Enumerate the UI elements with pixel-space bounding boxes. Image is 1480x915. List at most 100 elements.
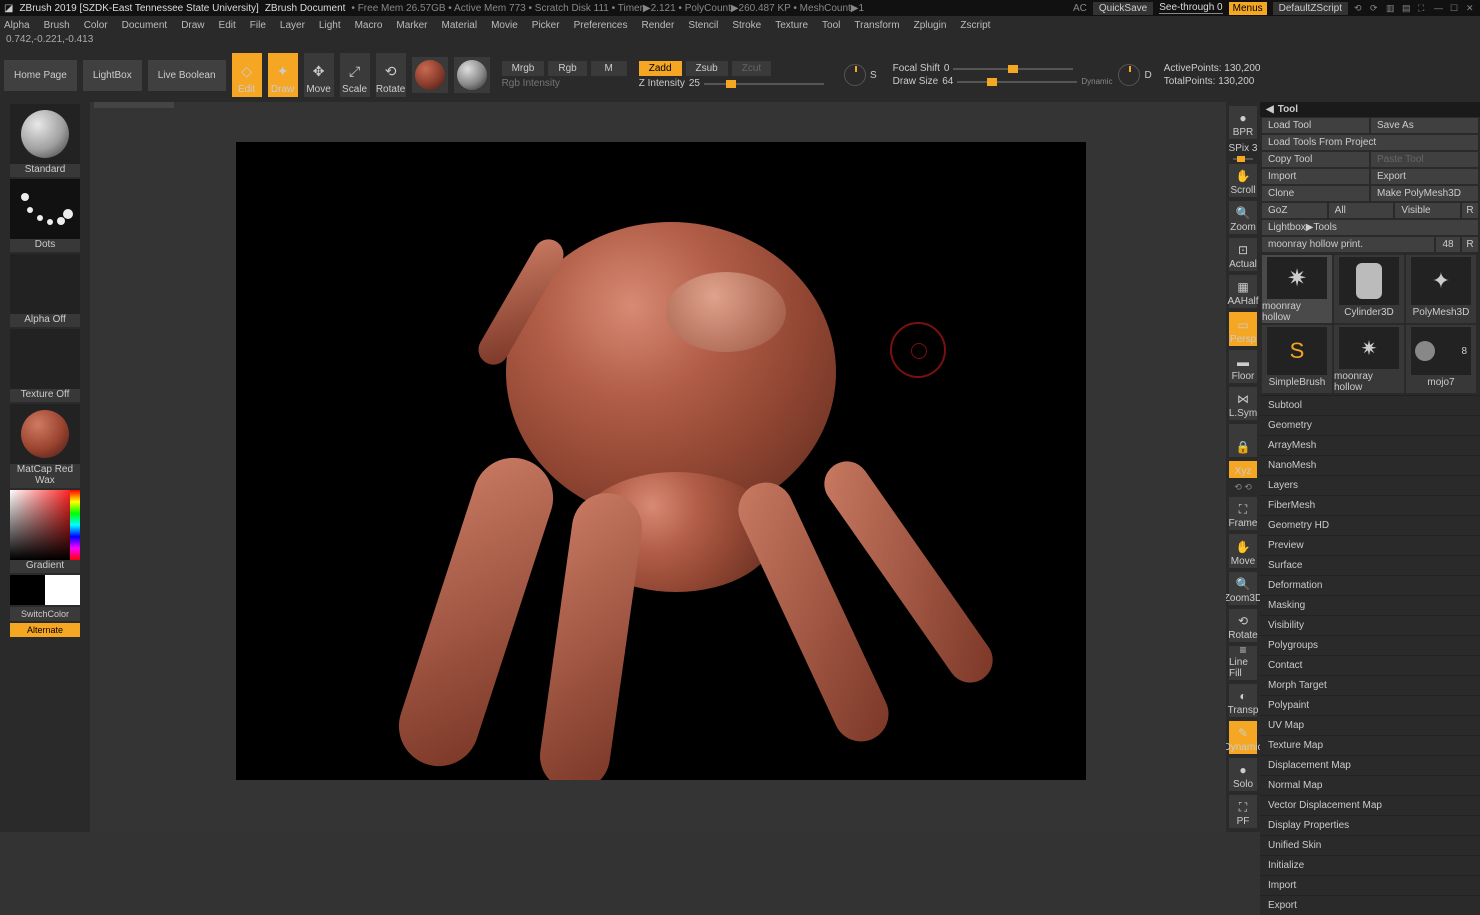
color-picker[interactable]: Gradient (10, 490, 80, 573)
load-project-button[interactable]: Load Tools From Project (1262, 135, 1478, 150)
accordion-initialize[interactable]: Initialize (1260, 855, 1480, 875)
columns-icon[interactable]: ▥ (1386, 3, 1396, 13)
pf-button[interactable]: ⛶PF (1229, 795, 1257, 828)
import-button[interactable]: Import (1262, 169, 1369, 184)
color-picker-square[interactable] (10, 490, 80, 560)
lightbox-tools-button[interactable]: Lightbox▶Tools (1262, 220, 1478, 235)
home-page-button[interactable]: Home Page (4, 60, 77, 91)
paste-tool-button[interactable]: Paste Tool (1371, 152, 1478, 167)
rotate3d-button[interactable]: ⟲Rotate (1229, 609, 1257, 642)
live-boolean-button[interactable]: Live Boolean (148, 60, 226, 91)
material-selector[interactable]: MatCap Red Wax (10, 404, 80, 488)
rgb-button[interactable]: Rgb (548, 61, 586, 76)
divider-scroll[interactable] (94, 102, 174, 108)
switch-color-button[interactable]: SwitchColor (10, 607, 80, 621)
xyz-button[interactable]: Xyz (1229, 461, 1257, 479)
quicksave-button[interactable]: QuickSave (1093, 2, 1153, 15)
maximize-icon[interactable]: ☐ (1450, 3, 1460, 13)
spix-slider[interactable]: SPix 3 (1229, 143, 1258, 154)
solo-button[interactable]: ●Solo (1229, 758, 1257, 791)
lsym-button[interactable]: ⋈L.Sym (1229, 387, 1257, 420)
accordion-texture-map[interactable]: Texture Map (1260, 735, 1480, 755)
chevron-left-icon[interactable]: ◀ (1266, 104, 1274, 115)
menu-zscript[interactable]: Zscript (960, 20, 990, 31)
accordion-geometry[interactable]: Geometry (1260, 415, 1480, 435)
menu-tool[interactable]: Tool (822, 20, 840, 31)
menu-picker[interactable]: Picker (532, 20, 560, 31)
menu-movie[interactable]: Movie (491, 20, 518, 31)
zsub-button[interactable]: Zsub (686, 61, 728, 76)
menu-alpha[interactable]: Alpha (4, 20, 30, 31)
menu-file[interactable]: File (250, 20, 266, 31)
goz-r-button[interactable]: R (1462, 203, 1478, 218)
accordion-layers[interactable]: Layers (1260, 475, 1480, 495)
zcut-button[interactable]: Zcut (732, 61, 771, 76)
mrgb-button[interactable]: Mrgb (502, 61, 545, 76)
goz-visible-button[interactable]: Visible (1395, 203, 1460, 218)
menu-stroke[interactable]: Stroke (732, 20, 761, 31)
menu-zplugin[interactable]: Zplugin (914, 20, 947, 31)
bpr-button[interactable]: ●BPR (1229, 106, 1257, 139)
lock-button[interactable]: 🔒 (1229, 424, 1257, 457)
alternate-button[interactable]: Alternate (10, 623, 80, 637)
accordion-display-properties[interactable]: Display Properties (1260, 815, 1480, 835)
arrow-left-icon[interactable]: ⟲ (1354, 3, 1364, 13)
edit-mode-button[interactable]: ◇Edit (232, 53, 262, 97)
accordion-normal-map[interactable]: Normal Map (1260, 775, 1480, 795)
menu-light[interactable]: Light (319, 20, 341, 31)
grayscale-preview[interactable] (454, 57, 490, 93)
accordion-morph-target[interactable]: Morph Target (1260, 675, 1480, 695)
accordion-export[interactable]: Export (1260, 895, 1480, 915)
zoom3d-button[interactable]: 🔍Zoom3D (1229, 572, 1257, 605)
accordion-masking[interactable]: Masking (1260, 595, 1480, 615)
draw-mode-button[interactable]: ✦Draw (268, 53, 298, 97)
current-tool-name[interactable]: moonray hollow print. (1262, 237, 1434, 252)
accordion-contact[interactable]: Contact (1260, 655, 1480, 675)
columns2-icon[interactable]: ▤ (1402, 3, 1412, 13)
accordion-polygroups[interactable]: Polygroups (1260, 635, 1480, 655)
zadd-button[interactable]: Zadd (639, 61, 682, 76)
linefill-button[interactable]: ≡Line Fill (1229, 646, 1257, 680)
default-zscript-button[interactable]: DefaultZScript (1273, 2, 1348, 15)
menus-button[interactable]: Menus (1229, 2, 1267, 15)
thumb-moonray2[interactable]: ✷moonray hollow (1334, 325, 1404, 393)
draw-size-slider[interactable] (957, 81, 1077, 83)
menu-layer[interactable]: Layer (280, 20, 305, 31)
accordion-surface[interactable]: Surface (1260, 555, 1480, 575)
stroke-selector[interactable]: Dots (10, 179, 80, 252)
accordion-nanomesh[interactable]: NanoMesh (1260, 455, 1480, 475)
s-dial[interactable] (844, 64, 866, 86)
scroll-button[interactable]: ✋Scroll (1229, 164, 1257, 197)
current-tool-num[interactable]: 48 (1436, 237, 1460, 252)
menu-macro[interactable]: Macro (355, 20, 383, 31)
goz-all-button[interactable]: All (1329, 203, 1394, 218)
accordion-polypaint[interactable]: Polypaint (1260, 695, 1480, 715)
accordion-arraymesh[interactable]: ArrayMesh (1260, 435, 1480, 455)
transp-button[interactable]: ◐Transp (1229, 684, 1257, 717)
actual-button[interactable]: ⊡Actual (1229, 238, 1257, 271)
m-button[interactable]: M (591, 61, 627, 76)
scale-mode-button[interactable]: ⤢Scale (340, 53, 370, 97)
load-tool-button[interactable]: Load Tool (1262, 118, 1369, 133)
accordion-preview[interactable]: Preview (1260, 535, 1480, 555)
zoom-button[interactable]: 🔍Zoom (1229, 201, 1257, 234)
swatch-white[interactable] (45, 575, 80, 605)
close-icon[interactable]: ✕ (1466, 3, 1476, 13)
accordion-deformation[interactable]: Deformation (1260, 575, 1480, 595)
menu-transform[interactable]: Transform (854, 20, 899, 31)
make-polymesh-button[interactable]: Make PolyMesh3D (1371, 186, 1478, 201)
brush-selector[interactable]: Standard (10, 104, 80, 177)
menu-color[interactable]: Color (84, 20, 108, 31)
dynamic-label[interactable]: Dynamic (1081, 77, 1112, 86)
fullscreen-icon[interactable]: ⛶ (1418, 3, 1428, 13)
menu-material[interactable]: Material (442, 20, 478, 31)
menu-marker[interactable]: Marker (396, 20, 427, 31)
arrow-right-icon[interactable]: ⟳ (1370, 3, 1380, 13)
clone-button[interactable]: Clone (1262, 186, 1369, 201)
persp-button[interactable]: ▭Persp (1229, 312, 1257, 345)
material-preview[interactable] (412, 57, 448, 93)
minimize-icon[interactable]: — (1434, 3, 1444, 13)
hue-strip[interactable] (70, 490, 80, 560)
rotate-mode-button[interactable]: ⟲Rotate (376, 53, 406, 97)
menu-draw[interactable]: Draw (181, 20, 204, 31)
